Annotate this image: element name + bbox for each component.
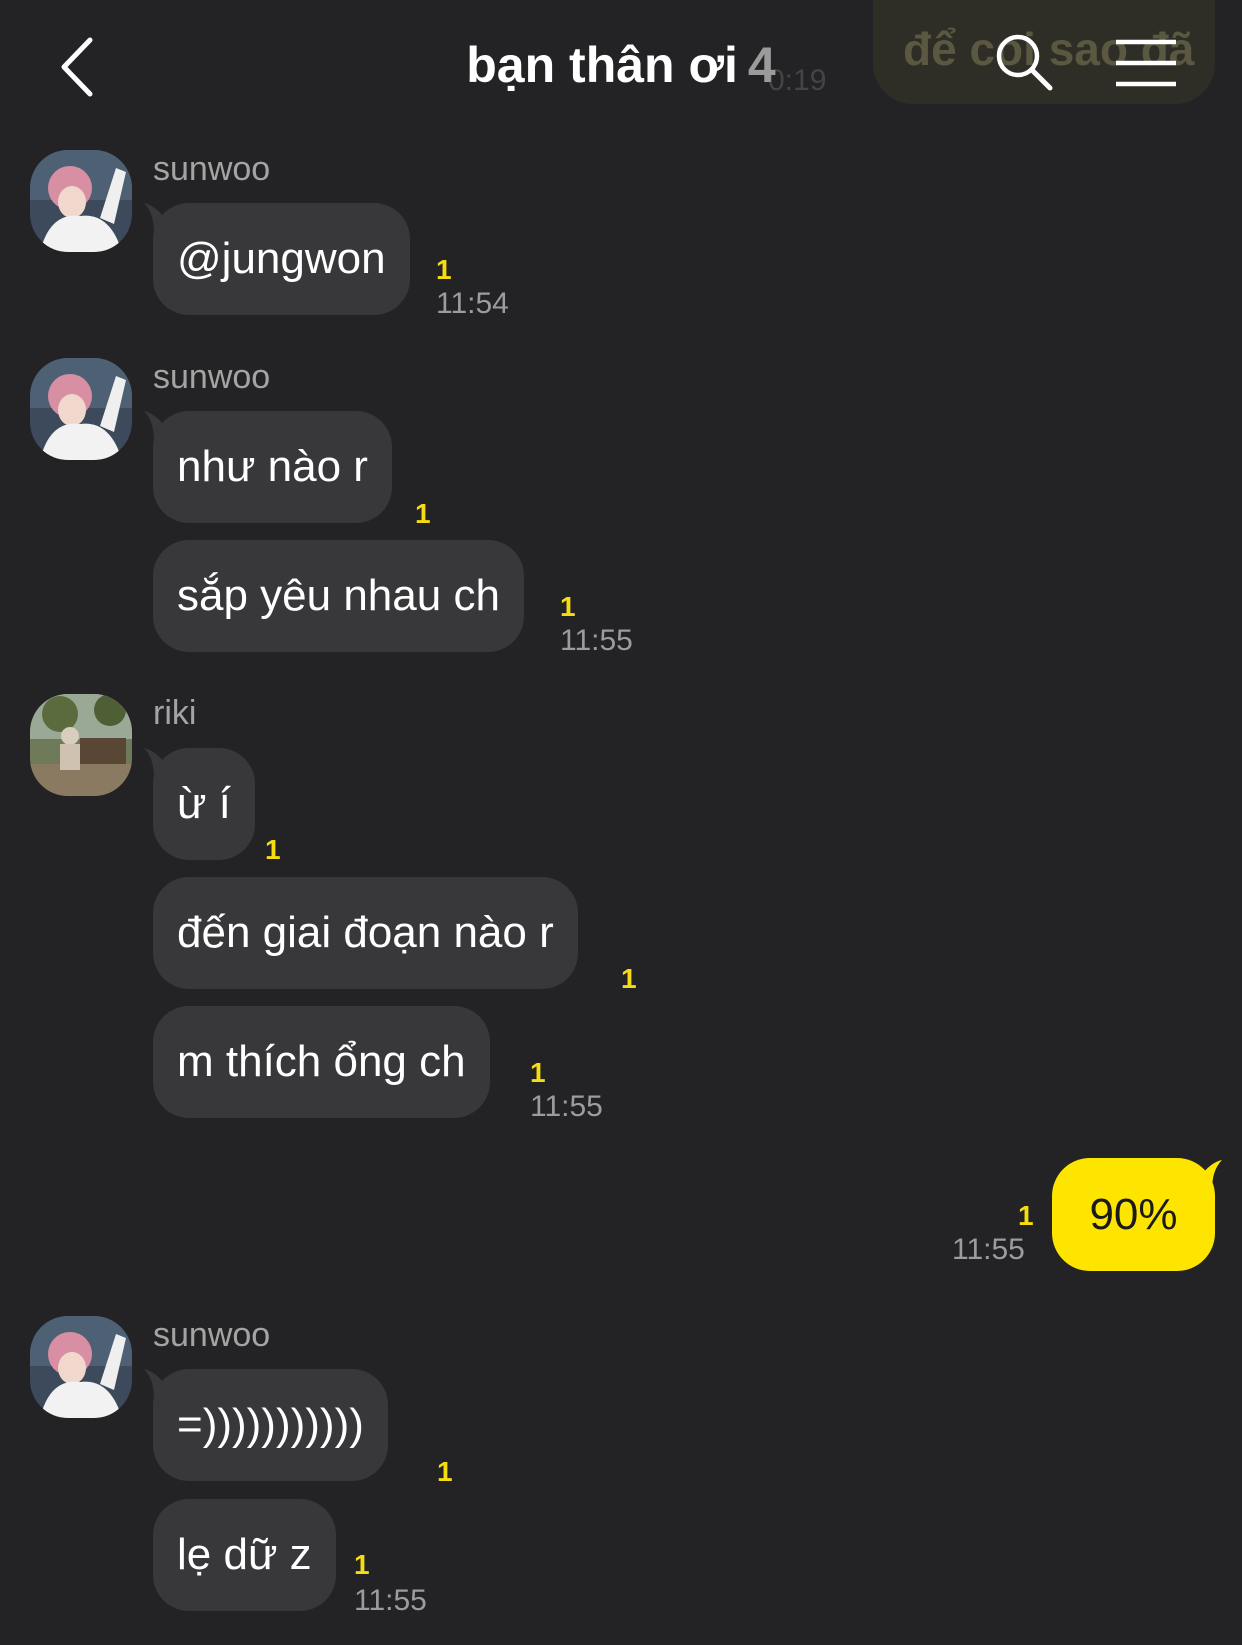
avatar-image: [30, 1316, 132, 1418]
message-bubble[interactable]: @jungwon: [153, 203, 410, 315]
bubble-tail: [1198, 1160, 1222, 1190]
menu-button[interactable]: [1114, 36, 1178, 92]
sender-name: riki: [153, 694, 197, 732]
unread-count: 1: [437, 1456, 453, 1487]
message-time: 11:55: [952, 1233, 1025, 1266]
menu-icon: [1116, 39, 1176, 87]
message-bubble[interactable]: sắp yêu nhau ch: [153, 540, 524, 652]
avatar-image: [30, 694, 132, 796]
avatar-image: [30, 150, 132, 252]
avatar-sunwoo[interactable]: [30, 1316, 132, 1418]
search-button[interactable]: [992, 30, 1056, 94]
chat-header: 0:19 để coi sao đã bạn thân ơi 4: [0, 0, 1242, 135]
message-bubble[interactable]: =))))))))))): [153, 1369, 388, 1481]
message-bubble[interactable]: ừ í: [153, 748, 255, 860]
avatar-sunwoo[interactable]: [30, 150, 132, 252]
search-icon: [996, 34, 1053, 91]
unread-count: 1: [436, 254, 452, 285]
unread-count: 1: [1018, 1200, 1034, 1231]
unread-count: 1: [530, 1057, 546, 1088]
unread-count: 1: [621, 963, 637, 994]
unread-count: 1: [354, 1549, 370, 1580]
message-bubble[interactable]: như nào r: [153, 411, 392, 523]
message-bubble[interactable]: đến giai đoạn nào r: [153, 877, 578, 989]
unread-count: 1: [560, 591, 576, 622]
my-message-bubble[interactable]: 90%: [1052, 1158, 1215, 1271]
message-time: 11:55: [354, 1584, 427, 1617]
avatar-sunwoo[interactable]: [30, 358, 132, 460]
member-count: 4: [747, 37, 776, 93]
avatar-image: [30, 358, 132, 460]
message-bubble[interactable]: m thích ổng ch: [153, 1006, 490, 1118]
chat-title-text: bạn thân ơi: [466, 37, 738, 93]
message-time: 11:55: [560, 624, 633, 657]
message-bubble[interactable]: lẹ dữ z: [153, 1499, 336, 1611]
sender-name: sunwoo: [153, 1316, 271, 1354]
message-time: 11:54: [436, 287, 509, 320]
sender-name: sunwoo: [153, 358, 271, 396]
unread-count: 1: [415, 498, 431, 529]
sender-name: sunwoo: [153, 150, 271, 188]
unread-count: 1: [265, 834, 281, 865]
message-time: 11:55: [530, 1090, 603, 1123]
avatar-riki[interactable]: [30, 694, 132, 796]
